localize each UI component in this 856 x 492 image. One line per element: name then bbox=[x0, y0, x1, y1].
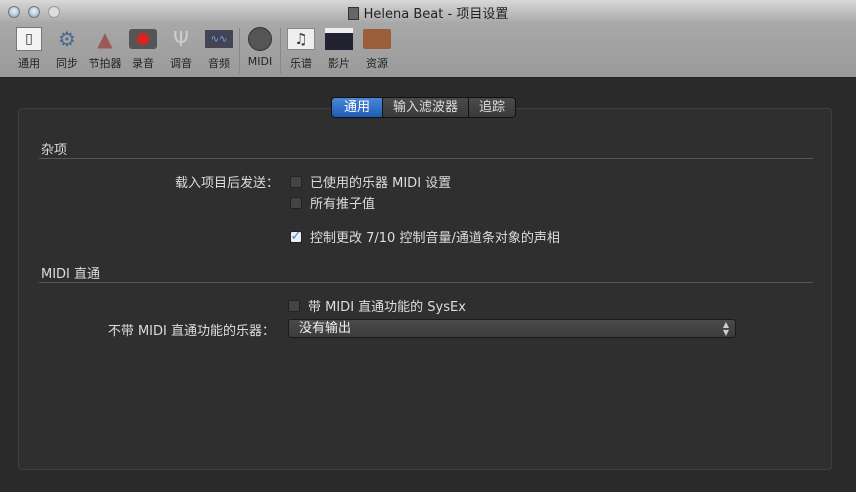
checkbox-label: 所有推子值 bbox=[310, 197, 376, 212]
document-icon bbox=[347, 7, 359, 20]
toolbar-midi[interactable]: MIDI bbox=[241, 26, 279, 76]
send-after-load-label: 载入项目后发送： bbox=[174, 176, 279, 191]
checkbox-label: 控制更改 7/10 控制音量/通道条对象的声相 bbox=[310, 231, 560, 246]
toolbar-label: MIDI bbox=[247, 55, 273, 68]
settings-panel: 杂项 载入项目后发送： 已使用的乐器 MIDI 设置 所有推子值 ✓ 控制更改 7… bbox=[18, 108, 832, 470]
toolbar-label: 资源 bbox=[366, 57, 388, 70]
toolbar-movie[interactable]: 影片 bbox=[320, 26, 358, 76]
divider bbox=[39, 282, 813, 283]
checkbox[interactable] bbox=[290, 175, 302, 188]
toolbar-label: 乐谱 bbox=[290, 57, 312, 70]
section-midi-thru-heading: MIDI 直通 bbox=[41, 267, 101, 282]
checkbox-label: 已使用的乐器 MIDI 设置 bbox=[310, 176, 452, 191]
gears-icon: ⚙ bbox=[58, 27, 76, 51]
select-value: 没有输出 bbox=[299, 321, 352, 336]
chevron-updown-icon: ▲ ▼ bbox=[722, 320, 729, 337]
toolbar-label: 录音 bbox=[132, 57, 154, 70]
title-bar: Helena Beat - 项目设置 ▯ 通用 ⚙ 同步 ▲ 节拍器 录音 Ψ 调音 ∿… bbox=[0, 0, 856, 78]
instrument-midi-settings-checkbox[interactable]: 已使用的乐器 MIDI 设置 bbox=[290, 172, 451, 191]
score-icon: ♫ bbox=[286, 26, 316, 52]
toolbar-separator bbox=[280, 28, 281, 74]
cc-volume-pan-checkbox[interactable]: ✓ 控制更改 7/10 控制音量/通道条对象的声相 bbox=[290, 227, 560, 246]
toolbar-label: 节拍器 bbox=[88, 57, 122, 70]
all-fader-values-checkbox[interactable]: 所有推子值 bbox=[290, 193, 375, 212]
toolbar: ▯ 通用 ⚙ 同步 ▲ 节拍器 录音 Ψ 调音 ∿∿ 音频 MIDI ♫ 乐谱 影片 资源 bbox=[10, 26, 396, 76]
window-title-text: Helena Beat - 项目设置 bbox=[363, 7, 509, 22]
toolbar-tuning[interactable]: Ψ 调音 bbox=[162, 26, 200, 76]
toolbar-label: 音频 bbox=[208, 57, 230, 70]
toolbar-audio[interactable]: ∿∿ 音频 bbox=[200, 26, 238, 76]
toolbar-record[interactable]: 录音 bbox=[124, 26, 162, 76]
toolbar-label: 同步 bbox=[56, 57, 78, 70]
checkbox[interactable] bbox=[290, 196, 302, 209]
window-title: Helena Beat - 项目设置 bbox=[0, 3, 856, 22]
toolbar-score[interactable]: ♫ 乐谱 bbox=[282, 26, 320, 76]
switch-icon: ▯ bbox=[14, 26, 44, 52]
toolbar-assets[interactable]: 资源 bbox=[358, 26, 396, 76]
toolbar-general[interactable]: ▯ 通用 bbox=[10, 26, 48, 76]
record-icon bbox=[128, 26, 158, 52]
sysex-midi-thru-checkbox[interactable]: 带 MIDI 直通功能的 SysEx bbox=[288, 296, 466, 315]
tab-bar: 通用 输入滤波器 追踪 bbox=[331, 97, 517, 118]
briefcase-icon bbox=[362, 26, 392, 52]
midi-port-icon bbox=[245, 26, 275, 52]
checkbox-label: 带 MIDI 直通功能的 SysEx bbox=[308, 300, 466, 315]
tab-general[interactable]: 通用 bbox=[332, 98, 383, 117]
toolbar-label: 影片 bbox=[328, 57, 350, 70]
toolbar-label: 通用 bbox=[18, 57, 40, 70]
toolbar-sync[interactable]: ⚙ 同步 bbox=[48, 26, 86, 76]
checkbox[interactable] bbox=[288, 299, 300, 312]
waveform-icon: ∿∿ bbox=[204, 26, 234, 52]
instrument-output-select[interactable]: 没有输出 ▲ ▼ bbox=[288, 319, 736, 338]
metronome-icon: ▲ bbox=[97, 27, 113, 51]
clapper-icon bbox=[324, 26, 354, 52]
tuning-fork-icon: Ψ bbox=[173, 27, 189, 51]
toolbar-label: 调音 bbox=[170, 57, 192, 70]
section-misc-heading: 杂项 bbox=[41, 143, 68, 158]
tab-input-filter[interactable]: 输入滤波器 bbox=[382, 98, 469, 117]
instrument-no-thru-label: 不带 MIDI 直通功能的乐器： bbox=[107, 324, 275, 339]
toolbar-separator bbox=[239, 28, 240, 74]
toolbar-metronome[interactable]: ▲ 节拍器 bbox=[86, 26, 124, 76]
checkmark-icon[interactable]: ✓ bbox=[290, 229, 302, 244]
tab-chase[interactable]: 追踪 bbox=[468, 98, 516, 117]
divider bbox=[39, 158, 813, 159]
